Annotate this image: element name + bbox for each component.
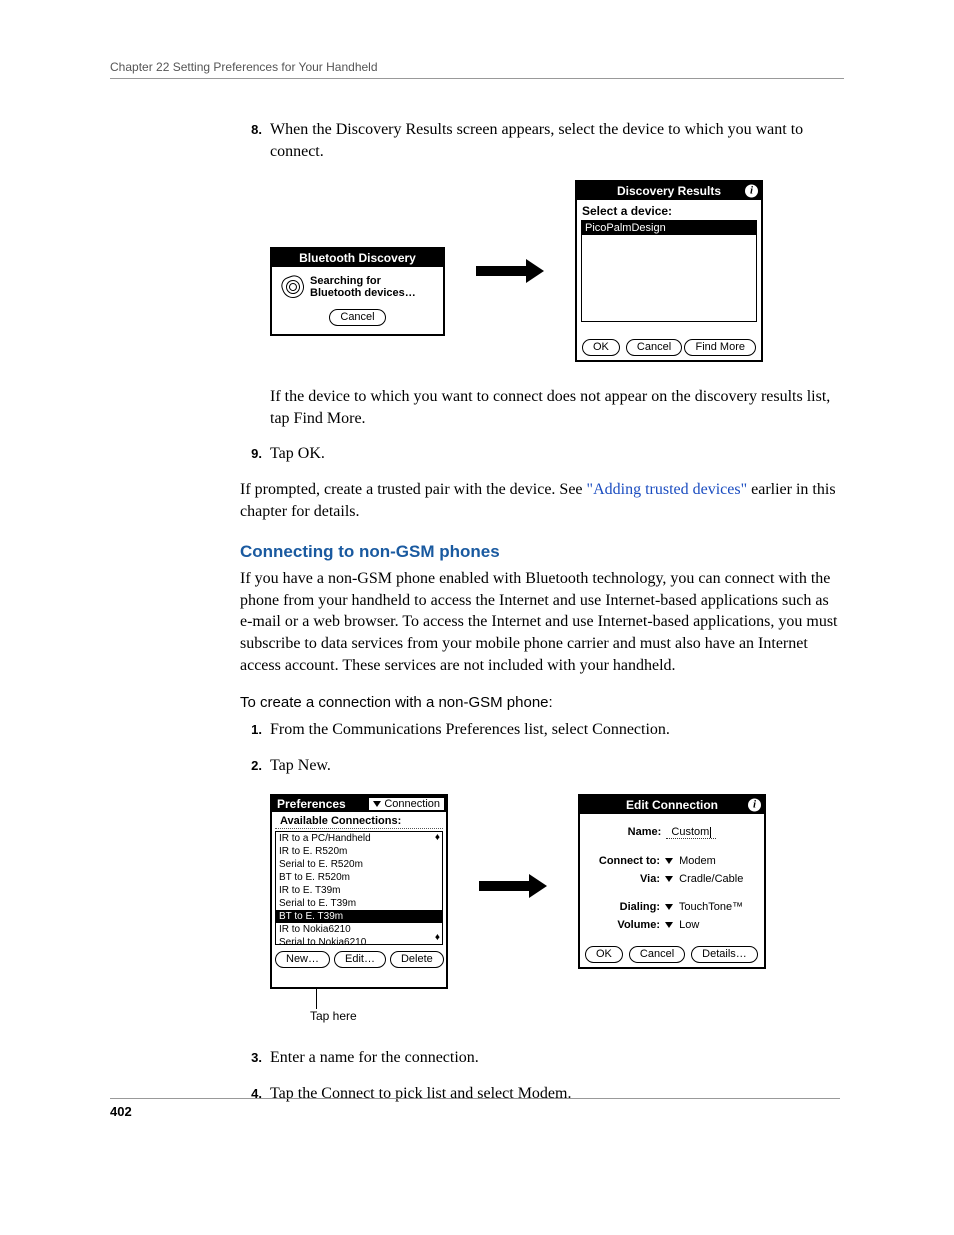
chevron-down-icon — [665, 904, 673, 910]
connection-item[interactable]: Serial to E. R520m — [276, 858, 442, 871]
preferences-screen: Preferences Connection Available Connect… — [270, 794, 448, 989]
step-number: 1. — [240, 719, 270, 741]
dialing-picker[interactable]: TouchTone™ — [665, 901, 743, 913]
cancel-button[interactable]: Cancel — [626, 339, 682, 356]
find-more-button[interactable]: Find More — [684, 339, 756, 356]
figure-connection: Preferences Connection Available Connect… — [270, 794, 844, 1023]
chevron-down-icon — [373, 801, 381, 807]
new-button[interactable]: New… — [275, 951, 330, 968]
adding-trusted-devices-link[interactable]: "Adding trusted devices" — [587, 481, 748, 498]
step-number: 3. — [240, 1047, 270, 1069]
delete-button[interactable]: Delete — [390, 951, 444, 968]
via-label: Via: — [590, 873, 660, 885]
connect-to-label: Connect to: — [590, 855, 660, 867]
name-field[interactable]: Custom — [666, 826, 716, 839]
device-list[interactable]: PicoPalmDesign — [581, 220, 757, 322]
cancel-button[interactable]: Cancel — [629, 946, 685, 963]
category-picker[interactable]: Connection — [369, 798, 444, 810]
bluetooth-discovery-dialog: Bluetooth Discovery Searching for Blueto… — [270, 247, 445, 336]
volume-label: Volume: — [590, 919, 660, 931]
arrow-icon — [478, 874, 548, 898]
scroll-down-icon[interactable]: ♦ — [435, 933, 440, 943]
discovery-results-screen: Discovery Results i Select a device: Pic… — [575, 180, 763, 362]
section-paragraph: If you have a non-GSM phone enabled with… — [240, 568, 844, 676]
step-text: Enter a name for the connection. — [270, 1047, 479, 1069]
screen-title: Edit Connection i — [580, 796, 764, 814]
step-number: 9. — [240, 443, 270, 465]
tap-here-caption: Tap here — [310, 1009, 448, 1023]
connection-list[interactable]: ♦ IR to a PC/HandheldIR to E. R520mSeria… — [275, 831, 443, 945]
page-number: 402 — [110, 1098, 840, 1119]
chevron-down-icon — [665, 922, 673, 928]
connect-to-picker[interactable]: Modem — [665, 855, 716, 867]
available-connections-label: Available Connections: — [275, 812, 443, 829]
cancel-button[interactable]: Cancel — [329, 309, 385, 326]
step-9: 9. Tap OK. — [240, 443, 844, 465]
connection-item[interactable]: BT to E. R520m — [276, 871, 442, 884]
scroll-up-icon[interactable]: ♦ — [435, 833, 440, 843]
step-text: From the Communications Preferences list… — [270, 719, 670, 741]
info-icon[interactable]: i — [748, 799, 761, 812]
dialog-title: Bluetooth Discovery — [272, 249, 443, 267]
searching-text-1: Searching for — [310, 275, 416, 287]
name-label: Name: — [628, 826, 662, 838]
step-number: 8. — [240, 119, 270, 162]
edit-connection-screen: Edit Connection i Name: Custom Connect t… — [578, 794, 766, 969]
step-text: Tap OK. — [270, 443, 325, 465]
procedure-heading: To create a connection with a non-GSM ph… — [240, 694, 844, 711]
chevron-down-icon — [665, 876, 673, 882]
searching-icon — [279, 273, 307, 301]
connection-item[interactable]: IR to E. T39m — [276, 884, 442, 897]
info-icon[interactable]: i — [745, 185, 758, 198]
step-8-note: If the device to which you want to conne… — [270, 386, 844, 429]
connection-item[interactable]: IR to a PC/Handheld — [276, 832, 442, 845]
ok-button[interactable]: OK — [585, 946, 623, 963]
step-2: 2. Tap New. — [240, 755, 844, 777]
searching-text-2: Bluetooth devices… — [310, 287, 416, 299]
step-1: 1. From the Communications Preferences l… — [240, 719, 844, 741]
device-item[interactable]: PicoPalmDesign — [582, 221, 756, 235]
page-header: Chapter 22 Setting Preferences for Your … — [110, 60, 844, 79]
dialing-label: Dialing: — [590, 901, 660, 913]
screen-title: Discovery Results i — [577, 182, 761, 200]
connection-item[interactable]: IR to Nokia6210 — [276, 923, 442, 936]
step-3: 3. Enter a name for the connection. — [240, 1047, 844, 1069]
ok-button[interactable]: OK — [582, 339, 620, 356]
step-number: 2. — [240, 755, 270, 777]
select-device-label: Select a device: — [577, 200, 761, 220]
trusted-pair-paragraph: If prompted, create a trusted pair with … — [240, 479, 844, 522]
volume-picker[interactable]: Low — [665, 919, 699, 931]
connection-item[interactable]: Serial to Nokia6210 — [276, 936, 442, 949]
edit-button[interactable]: Edit… — [334, 951, 386, 968]
preferences-title: Preferences — [274, 796, 349, 812]
section-heading: Connecting to non-GSM phones — [240, 542, 844, 562]
arrow-icon — [475, 259, 545, 283]
figure-discovery: Bluetooth Discovery Searching for Blueto… — [270, 180, 844, 362]
step-text: When the Discovery Results screen appear… — [270, 119, 844, 162]
chevron-down-icon — [665, 858, 673, 864]
connection-item[interactable]: IR to E. R520m — [276, 845, 442, 858]
via-picker[interactable]: Cradle/Cable — [665, 873, 743, 885]
details-button[interactable]: Details… — [691, 946, 758, 963]
step-8: 8. When the Discovery Results screen app… — [240, 119, 844, 162]
connection-item[interactable]: Serial to E. T39m — [276, 897, 442, 910]
connection-item[interactable]: BT to E. T39m — [276, 910, 442, 923]
step-text: Tap New. — [270, 755, 331, 777]
